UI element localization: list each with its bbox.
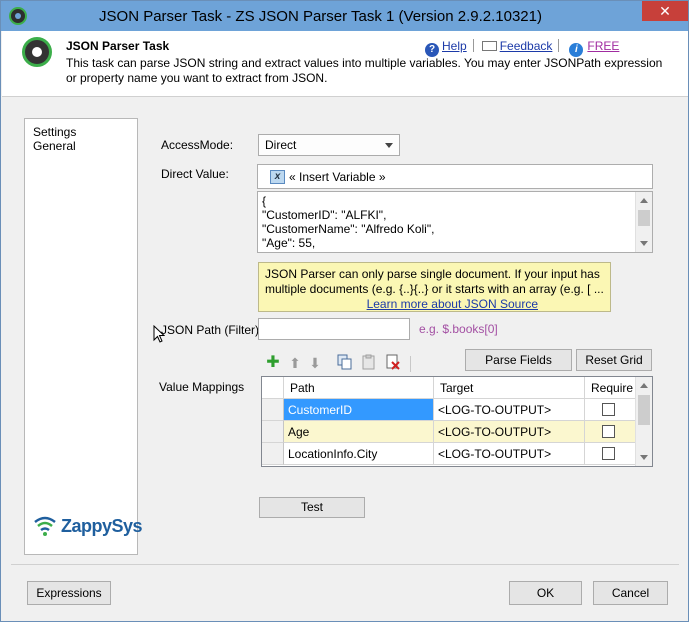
- reset-grid-button[interactable]: Reset Grid: [576, 349, 652, 371]
- task-description: This task can parse JSON string and extr…: [66, 56, 663, 85]
- editor-scrollbar[interactable]: [635, 192, 652, 252]
- grid-cell-required: [585, 421, 637, 443]
- grid-cell-target[interactable]: <LOG-TO-OUTPUT>: [434, 399, 585, 421]
- grid-cell-path[interactable]: CustomerID: [284, 399, 434, 421]
- task-title: JSON Parser Task: [66, 39, 170, 53]
- task-logo-icon: [22, 37, 52, 67]
- json-path-input[interactable]: [258, 318, 410, 340]
- mouse-cursor-icon: [153, 325, 165, 343]
- task-header: JSON Parser Task This task can parse JSO…: [2, 31, 688, 97]
- footer-divider: [11, 564, 679, 565]
- json-line: {: [262, 194, 267, 208]
- parser-note: JSON Parser can only parse single docume…: [258, 262, 611, 312]
- required-checkbox[interactable]: [602, 447, 615, 460]
- ok-button[interactable]: OK: [509, 581, 582, 605]
- variable-icon: x: [270, 170, 285, 184]
- value-mappings-grid: Path Target Require CustomerID <LOG-TO-O…: [261, 376, 653, 467]
- json-line: "CustomerID": "ALFKI",: [262, 208, 387, 222]
- direct-value-label: Direct Value:: [161, 167, 229, 181]
- learn-more-link[interactable]: Learn more about JSON Source: [265, 297, 604, 312]
- required-checkbox[interactable]: [602, 425, 615, 438]
- link-separator: [558, 39, 560, 52]
- scroll-thumb[interactable]: [638, 395, 650, 425]
- parse-fields-button[interactable]: Parse Fields: [465, 349, 572, 371]
- note-line: multiple documents (e.g. {..}{..} or it …: [265, 282, 604, 296]
- scroll-down-icon[interactable]: [640, 455, 648, 460]
- info-icon[interactable]: i: [569, 43, 584, 57]
- json-text: {"CustomerID": "ALFKI", "CustomerName": "…: [262, 194, 434, 250]
- column-header-path[interactable]: Path: [284, 377, 434, 399]
- grid-cell-required: [585, 443, 637, 465]
- copy-icon[interactable]: [336, 354, 354, 372]
- title-bar: JSON Parser Task - ZS JSON Parser Task 1…: [1, 1, 688, 31]
- scroll-up-icon[interactable]: [640, 198, 648, 203]
- wifi-logo-icon: [34, 516, 56, 536]
- chevron-down-icon: [385, 143, 393, 148]
- move-up-icon[interactable]: ⬆: [286, 354, 304, 372]
- delete-icon[interactable]: [384, 354, 402, 372]
- toolbar-separator: [410, 356, 411, 372]
- paste-icon[interactable]: [360, 354, 378, 372]
- row-header[interactable]: [262, 421, 284, 443]
- help-link[interactable]: Help: [442, 39, 467, 53]
- row-header[interactable]: [262, 443, 284, 465]
- link-separator: [472, 39, 474, 52]
- test-button[interactable]: Test: [259, 497, 365, 518]
- access-mode-select[interactable]: Direct: [258, 134, 400, 156]
- grid-cell-path[interactable]: LocationInfo.City: [284, 443, 434, 465]
- free-link[interactable]: FREE: [587, 39, 619, 53]
- grid-scrollbar[interactable]: [635, 377, 652, 466]
- scroll-thumb[interactable]: [638, 210, 650, 226]
- zappysys-brand: ZappySys: [31, 511, 143, 541]
- json-line: "CustomerName": "Alfredo Koli",: [262, 222, 435, 236]
- nav-item-settings[interactable]: Settings: [33, 125, 76, 139]
- column-header-target[interactable]: Target: [434, 377, 585, 399]
- mail-icon[interactable]: [481, 41, 497, 51]
- required-checkbox[interactable]: [602, 403, 615, 416]
- grid-cell-target[interactable]: <LOG-TO-OUTPUT>: [434, 443, 585, 465]
- note-line: JSON Parser can only parse single docume…: [265, 267, 600, 281]
- grid-cell-target[interactable]: <LOG-TO-OUTPUT>: [434, 421, 585, 443]
- close-button[interactable]: ✕: [642, 1, 688, 21]
- direct-value-editor[interactable]: {"CustomerID": "ALFKI", "CustomerName": "…: [257, 191, 653, 253]
- cancel-button[interactable]: Cancel: [593, 581, 668, 605]
- help-icon[interactable]: ?: [425, 43, 439, 57]
- json-path-example: e.g. $.books[0]: [419, 322, 498, 336]
- settings-nav: Settings General ZappySys: [24, 118, 143, 555]
- scroll-down-icon[interactable]: [640, 241, 648, 246]
- feedback-link[interactable]: Feedback: [500, 39, 553, 53]
- column-header-required[interactable]: Require: [585, 377, 637, 399]
- insert-variable-label: « Insert Variable »: [289, 170, 386, 184]
- grid-cell-required: [585, 399, 637, 421]
- brand-text: ZappySys: [61, 516, 143, 536]
- value-mappings-label: Value Mappings: [159, 380, 245, 394]
- move-down-icon[interactable]: ⬇: [306, 354, 324, 372]
- row-header[interactable]: [262, 399, 284, 421]
- json-path-label: JSON Path (Filter): [161, 323, 260, 337]
- nav-item-general[interactable]: General: [33, 139, 76, 153]
- scroll-up-icon[interactable]: [640, 383, 648, 388]
- header-links: ? Help Feedback i FREE: [425, 39, 619, 57]
- window-title: JSON Parser Task - ZS JSON Parser Task 1…: [99, 8, 542, 25]
- json-line: "Age": 55,: [262, 236, 316, 250]
- grid-corner: [262, 377, 284, 399]
- access-mode-value: Direct: [265, 138, 297, 152]
- grid-cell-path[interactable]: Age: [284, 421, 434, 443]
- access-mode-label: AccessMode:: [161, 138, 234, 152]
- expressions-button[interactable]: Expressions: [27, 581, 111, 605]
- add-icon[interactable]: ✚: [264, 354, 282, 372]
- dialog-window: JSON Parser Task - ZS JSON Parser Task 1…: [0, 0, 689, 622]
- insert-variable-button[interactable]: x « Insert Variable »: [257, 164, 653, 189]
